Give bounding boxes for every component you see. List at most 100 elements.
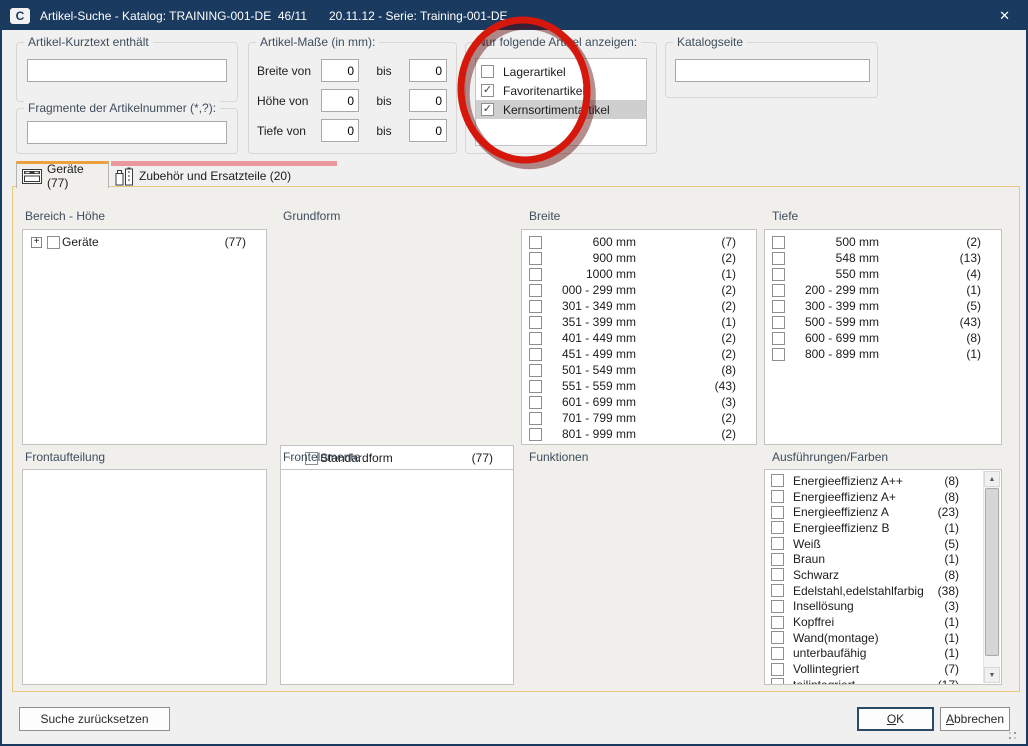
- tab-geraete[interactable]: Geräte (77): [16, 161, 109, 188]
- checkbox[interactable]: ✓: [772, 252, 785, 265]
- artikelnummer-input[interactable]: [27, 121, 227, 144]
- vertical-scrollbar[interactable]: ▲ ▼: [983, 471, 1000, 683]
- checkbox[interactable]: ✓: [771, 553, 784, 566]
- tiefe-option-row[interactable]: ✓ 548 mm (13): [765, 250, 1001, 266]
- checkbox[interactable]: ✓: [529, 284, 542, 297]
- checkbox[interactable]: ✓: [771, 537, 784, 550]
- expander-slot[interactable]: +: [31, 237, 47, 248]
- checkbox[interactable]: ✓: [771, 490, 784, 503]
- breite-option-row[interactable]: ✓ 351 - 399 mm (1): [522, 314, 756, 330]
- ausfuehrung-option-row[interactable]: ✓ Energieeffizienz A++ (8): [765, 473, 1001, 489]
- breite-option-row[interactable]: ✓ 301 - 349 mm (2): [522, 298, 756, 314]
- tiefe-option-row[interactable]: ✓ 500 mm (2): [765, 234, 1001, 250]
- breite-von-input[interactable]: [321, 59, 359, 82]
- checkbox[interactable]: ✓: [481, 84, 494, 97]
- checkbox[interactable]: ✓: [771, 506, 784, 519]
- checkbox[interactable]: ✓: [771, 631, 784, 644]
- tiefe-von-input[interactable]: [321, 119, 359, 142]
- breite-option-row[interactable]: ✓ 551 - 559 mm (43): [522, 378, 756, 394]
- checkbox[interactable]: ✓: [481, 103, 494, 116]
- breite-option-row[interactable]: ✓ 1000 mm (1): [522, 266, 756, 282]
- tiefe-option-row[interactable]: ✓ 300 - 399 mm (5): [765, 298, 1001, 314]
- scrollbar-thumb[interactable]: [985, 488, 999, 656]
- checkbox[interactable]: ✓: [529, 252, 542, 265]
- tiefe-option-row[interactable]: ✓ 550 mm (4): [765, 266, 1001, 282]
- resize-grip[interactable]: [1014, 732, 1016, 734]
- hoehe-von-input[interactable]: [321, 89, 359, 112]
- checkbox[interactable]: ✓: [772, 300, 785, 313]
- artikel-typ-option[interactable]: ✓ Kernsortimentartikel: [476, 100, 646, 119]
- suche-zuruecksetzen-button[interactable]: Suche zurücksetzen: [19, 707, 170, 731]
- katalogseite-input[interactable]: [675, 59, 870, 82]
- checkbox[interactable]: ✓: [529, 300, 542, 313]
- checkbox[interactable]: ✓: [529, 428, 542, 441]
- breite-bis-input[interactable]: [409, 59, 447, 82]
- checkbox[interactable]: ✓: [771, 521, 784, 534]
- checkbox[interactable]: ✓: [772, 348, 785, 361]
- checkbox[interactable]: ✓: [529, 332, 542, 345]
- tiefe-option-row[interactable]: ✓ 200 - 299 mm (1): [765, 282, 1001, 298]
- hoehe-bis-input[interactable]: [409, 89, 447, 112]
- checkbox[interactable]: ✓: [529, 380, 542, 393]
- tiefe-option-row[interactable]: ✓ 600 - 699 mm (8): [765, 330, 1001, 346]
- scroll-down-icon[interactable]: ▼: [984, 667, 1000, 683]
- checkbox[interactable]: ✓: [771, 678, 784, 685]
- checkbox[interactable]: ✓: [772, 236, 785, 249]
- checkbox[interactable]: ✓: [529, 268, 542, 281]
- checkbox[interactable]: ✓: [772, 316, 785, 329]
- artikel-typ-option[interactable]: ✓ Lagerartikel: [476, 62, 646, 81]
- checkbox[interactable]: ✓: [529, 364, 542, 377]
- breite-option-row[interactable]: ✓ 501 - 549 mm (8): [522, 362, 756, 378]
- breite-option-row[interactable]: ✓ 701 - 799 mm (2): [522, 410, 756, 426]
- checkbox[interactable]: ✓: [529, 412, 542, 425]
- ausfuehrung-option-row[interactable]: ✓ Energieeffizienz A (23): [765, 504, 1001, 520]
- breite-option-row[interactable]: ✓ 600 mm (7): [522, 234, 756, 250]
- checkbox[interactable]: ✓: [47, 236, 60, 249]
- breite-option-row[interactable]: ✓ 601 - 699 mm (3): [522, 394, 756, 410]
- ausfuehrung-option-row[interactable]: ✓ Kopffrei (1): [765, 614, 1001, 630]
- ausfuehrung-option-row[interactable]: ✓ Energieeffizienz B (1): [765, 520, 1001, 536]
- checkbox[interactable]: ✓: [529, 348, 542, 361]
- close-icon[interactable]: ✕: [993, 6, 1016, 26]
- checkbox[interactable]: ✓: [771, 600, 784, 613]
- checkbox[interactable]: ✓: [772, 284, 785, 297]
- ausfuehrung-option-row[interactable]: ✓ Schwarz (8): [765, 567, 1001, 583]
- kurztext-input[interactable]: [27, 59, 227, 82]
- checkbox[interactable]: ✓: [771, 568, 784, 581]
- tiefe-bis-input[interactable]: [409, 119, 447, 142]
- ausfuehrung-option-row[interactable]: ✓ Edelstahl,edelstahlfarbig (38): [765, 583, 1001, 599]
- checkbox[interactable]: ✓: [772, 332, 785, 345]
- breite-option-row[interactable]: ✓ 801 - 999 mm (2): [522, 426, 756, 442]
- checkbox[interactable]: ✓: [529, 396, 542, 409]
- ausfuehrung-option-row[interactable]: ✓ Energieeffizienz A+ (8): [765, 489, 1001, 505]
- breite-option-row[interactable]: ✓ 401 - 449 mm (2): [522, 330, 756, 346]
- checkbox[interactable]: ✓: [771, 474, 784, 487]
- breite-option-row[interactable]: ✓ 451 - 499 mm (2): [522, 346, 756, 362]
- checkbox[interactable]: ✓: [771, 584, 784, 597]
- ausfuehrung-option-row[interactable]: ✓ unterbaufähig (1): [765, 646, 1001, 662]
- checkbox[interactable]: ✓: [481, 65, 494, 78]
- ausfuehrung-option-row[interactable]: ✓ Insellösung (3): [765, 599, 1001, 615]
- tiefe-option-row[interactable]: ✓ 500 - 599 mm (43): [765, 314, 1001, 330]
- ausfuehrung-option-row[interactable]: ✓ Wand(montage) (1): [765, 630, 1001, 646]
- ausfuehrung-option-row[interactable]: ✓ Vollintegriert (7): [765, 661, 1001, 677]
- checkbox[interactable]: ✓: [771, 647, 784, 660]
- tab-zubehoer[interactable]: Zubehör und Ersatzteile (20): [111, 161, 337, 186]
- checkbox[interactable]: ✓: [529, 316, 542, 329]
- tree-item[interactable]: + ✓ Geräte (77): [23, 234, 266, 250]
- tiefe-option-row[interactable]: ✓ 800 - 899 mm (1): [765, 346, 1001, 362]
- checkbox[interactable]: ✓: [529, 236, 542, 249]
- checkbox[interactable]: ✓: [771, 616, 784, 629]
- ausfuehrung-option-row[interactable]: ✓ Braun (1): [765, 551, 1001, 567]
- abbrechen-button[interactable]: Abbrechen: [940, 707, 1010, 731]
- checkbox[interactable]: ✓: [772, 268, 785, 281]
- ausfuehrung-option-row[interactable]: ✓ teilintegriert (17): [765, 677, 1001, 685]
- artikel-typ-option[interactable]: ✓ Favoritenartikel: [476, 81, 646, 100]
- breite-option-row[interactable]: ✓ 000 - 299 mm (2): [522, 282, 756, 298]
- expand-plus-icon[interactable]: +: [31, 237, 42, 248]
- scroll-up-icon[interactable]: ▲: [984, 471, 1000, 487]
- breite-option-row[interactable]: ✓ 900 mm (2): [522, 250, 756, 266]
- ok-button[interactable]: OK: [857, 707, 934, 731]
- checkbox[interactable]: ✓: [771, 663, 784, 676]
- ausfuehrung-option-row[interactable]: ✓ Weiß (5): [765, 536, 1001, 552]
